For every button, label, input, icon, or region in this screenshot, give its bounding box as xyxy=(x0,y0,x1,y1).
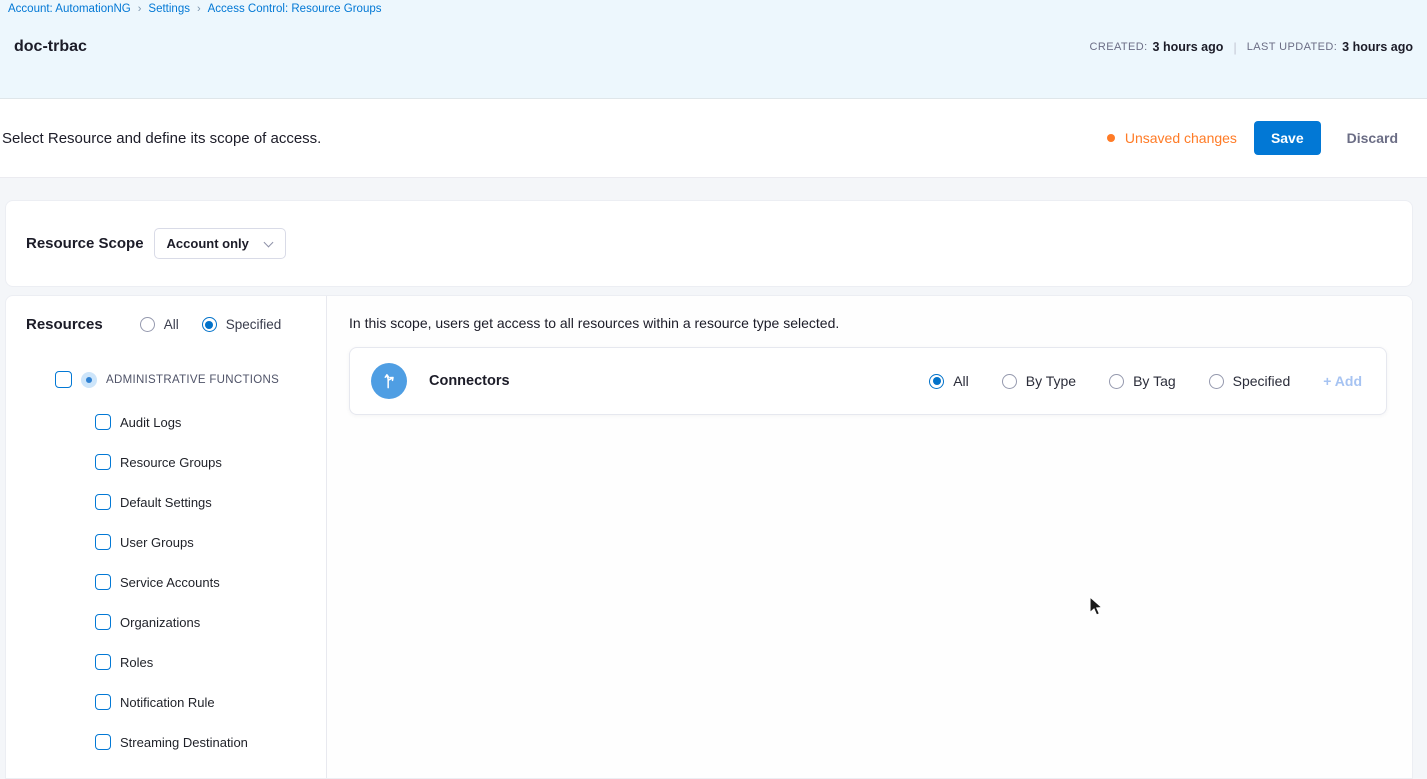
connectors-scope-options: All By Type By Tag Specified xyxy=(929,373,1290,389)
resource-item-organizations[interactable]: Organizations xyxy=(6,602,326,642)
resources-header: Resources All Specified xyxy=(6,296,326,333)
resource-item-label: Organizations xyxy=(120,615,200,630)
unsaved-changes-label: Unsaved changes xyxy=(1125,130,1237,146)
resources-mode-options: All Specified xyxy=(140,317,282,332)
collapse-toggle-icon[interactable] xyxy=(81,372,97,388)
connectors-icon xyxy=(371,363,407,399)
checkbox[interactable] xyxy=(95,654,111,670)
checkbox[interactable] xyxy=(95,694,111,710)
radio-label: Specified xyxy=(1233,373,1291,389)
breadcrumb-link[interactable]: Access Control: Resource Groups xyxy=(208,3,382,15)
resources-mode-all[interactable]: All xyxy=(140,317,179,332)
connectors-card: Connectors All By Type By Tag Specified + A… xyxy=(349,347,1387,415)
radio-label: By Tag xyxy=(1133,373,1176,389)
radio-label: By Type xyxy=(1026,373,1076,389)
discard-button[interactable]: Discard xyxy=(1347,130,1398,146)
toolbar: Select Resource and define its scope of … xyxy=(0,99,1427,178)
resource-scope-card: Resource Scope Account only xyxy=(5,200,1413,287)
resource-item-default-settings[interactable]: Default Settings xyxy=(6,482,326,522)
resource-group-row: ADMINISTRATIVE FUNCTIONS xyxy=(6,371,326,388)
resource-item-service-accounts[interactable]: Service Accounts xyxy=(6,562,326,602)
breadcrumb-separator-icon: › xyxy=(197,3,201,15)
toolbar-actions: Unsaved changes Save Discard xyxy=(1107,121,1398,155)
radio-label: All xyxy=(164,317,179,332)
radio-icon xyxy=(202,317,217,332)
breadcrumb: Account: AutomationNG › Settings › Access Co… xyxy=(0,0,1427,15)
last-updated-label: LAST UPDATED: xyxy=(1247,41,1337,53)
meta-separator: | xyxy=(1233,40,1236,55)
save-button[interactable]: Save xyxy=(1254,121,1321,155)
administrative-functions-checkbox[interactable] xyxy=(55,371,72,388)
radio-icon xyxy=(1002,374,1017,389)
breadcrumb-link[interactable]: Account: AutomationNG xyxy=(8,3,131,15)
radio-icon xyxy=(1209,374,1224,389)
scope-hint-text: In this scope, users get access to all r… xyxy=(349,315,1387,331)
checkbox[interactable] xyxy=(95,614,111,630)
resource-item-resource-groups[interactable]: Resource Groups xyxy=(6,442,326,482)
resource-item-label: Notification Rule xyxy=(120,695,215,710)
toolbar-description: Select Resource and define its scope of … xyxy=(2,130,321,147)
unsaved-changes-status: Unsaved changes xyxy=(1107,130,1237,146)
connectors-scope-specified[interactable]: Specified xyxy=(1209,373,1291,389)
resource-scope-label: Resource Scope xyxy=(26,235,144,252)
chevron-down-icon xyxy=(264,239,273,248)
created-label: CREATED: xyxy=(1090,41,1148,53)
page-header: Account: AutomationNG › Settings › Access Co… xyxy=(0,0,1427,99)
resource-item-label: Default Settings xyxy=(120,495,212,510)
page-title: doc-trbac xyxy=(14,38,87,56)
breadcrumb-separator-icon: › xyxy=(138,3,142,15)
content-area: Resource Scope Account only Resources Al… xyxy=(0,178,1427,779)
radio-icon xyxy=(1109,374,1124,389)
checkbox[interactable] xyxy=(95,454,111,470)
connectors-scope-all[interactable]: All xyxy=(929,373,969,389)
resource-item-user-groups[interactable]: User Groups xyxy=(6,522,326,562)
add-resources-link[interactable]: + Add xyxy=(1323,373,1362,389)
last-updated-value: 3 hours ago xyxy=(1342,40,1413,54)
radio-icon xyxy=(140,317,155,332)
resources-label: Resources xyxy=(26,316,103,333)
resources-list: Audit Logs Resource Groups Default Setting… xyxy=(6,402,326,762)
resource-item-label: Roles xyxy=(120,655,153,670)
unsaved-dot-icon xyxy=(1107,134,1115,142)
resource-item-roles[interactable]: Roles xyxy=(6,642,326,682)
checkbox[interactable] xyxy=(95,414,111,430)
resource-item-streaming-destination[interactable]: Streaming Destination xyxy=(6,722,326,762)
scope-panel: In this scope, users get access to all r… xyxy=(327,296,1412,778)
connectors-scope-by-tag[interactable]: By Tag xyxy=(1109,373,1176,389)
resource-item-notification-rule[interactable]: Notification Rule xyxy=(6,682,326,722)
resource-item-label: Service Accounts xyxy=(120,575,220,590)
resources-card: Resources All Specified ADMINISTRATIVE FU… xyxy=(5,295,1413,779)
resources-mode-specified[interactable]: Specified xyxy=(202,317,282,332)
resource-item-label: Resource Groups xyxy=(120,455,222,470)
checkbox[interactable] xyxy=(95,574,111,590)
resource-item-audit-logs[interactable]: Audit Logs xyxy=(6,402,326,442)
resource-item-label: Audit Logs xyxy=(120,415,181,430)
checkbox[interactable] xyxy=(95,494,111,510)
radio-label: Specified xyxy=(226,317,282,332)
checkbox[interactable] xyxy=(95,534,111,550)
resource-group-label: ADMINISTRATIVE FUNCTIONS xyxy=(106,374,279,386)
meta-info: CREATED: 3 hours ago | LAST UPDATED: 3 h… xyxy=(1090,40,1413,55)
resource-item-label: User Groups xyxy=(120,535,194,550)
checkbox[interactable] xyxy=(95,734,111,750)
resource-item-label: Streaming Destination xyxy=(120,735,248,750)
created-value: 3 hours ago xyxy=(1153,40,1224,54)
connectors-title: Connectors xyxy=(429,373,510,389)
radio-icon xyxy=(929,374,944,389)
resources-left-panel: Resources All Specified ADMINISTRATIVE FU… xyxy=(6,296,327,778)
resource-scope-dropdown[interactable]: Account only xyxy=(154,228,286,259)
breadcrumb-link[interactable]: Settings xyxy=(148,3,190,15)
connectors-scope-by-type[interactable]: By Type xyxy=(1002,373,1076,389)
title-row: doc-trbac CREATED: 3 hours ago | LAST UP… xyxy=(0,38,1427,56)
radio-label: All xyxy=(953,373,969,389)
resource-scope-selected-value: Account only xyxy=(167,236,249,251)
